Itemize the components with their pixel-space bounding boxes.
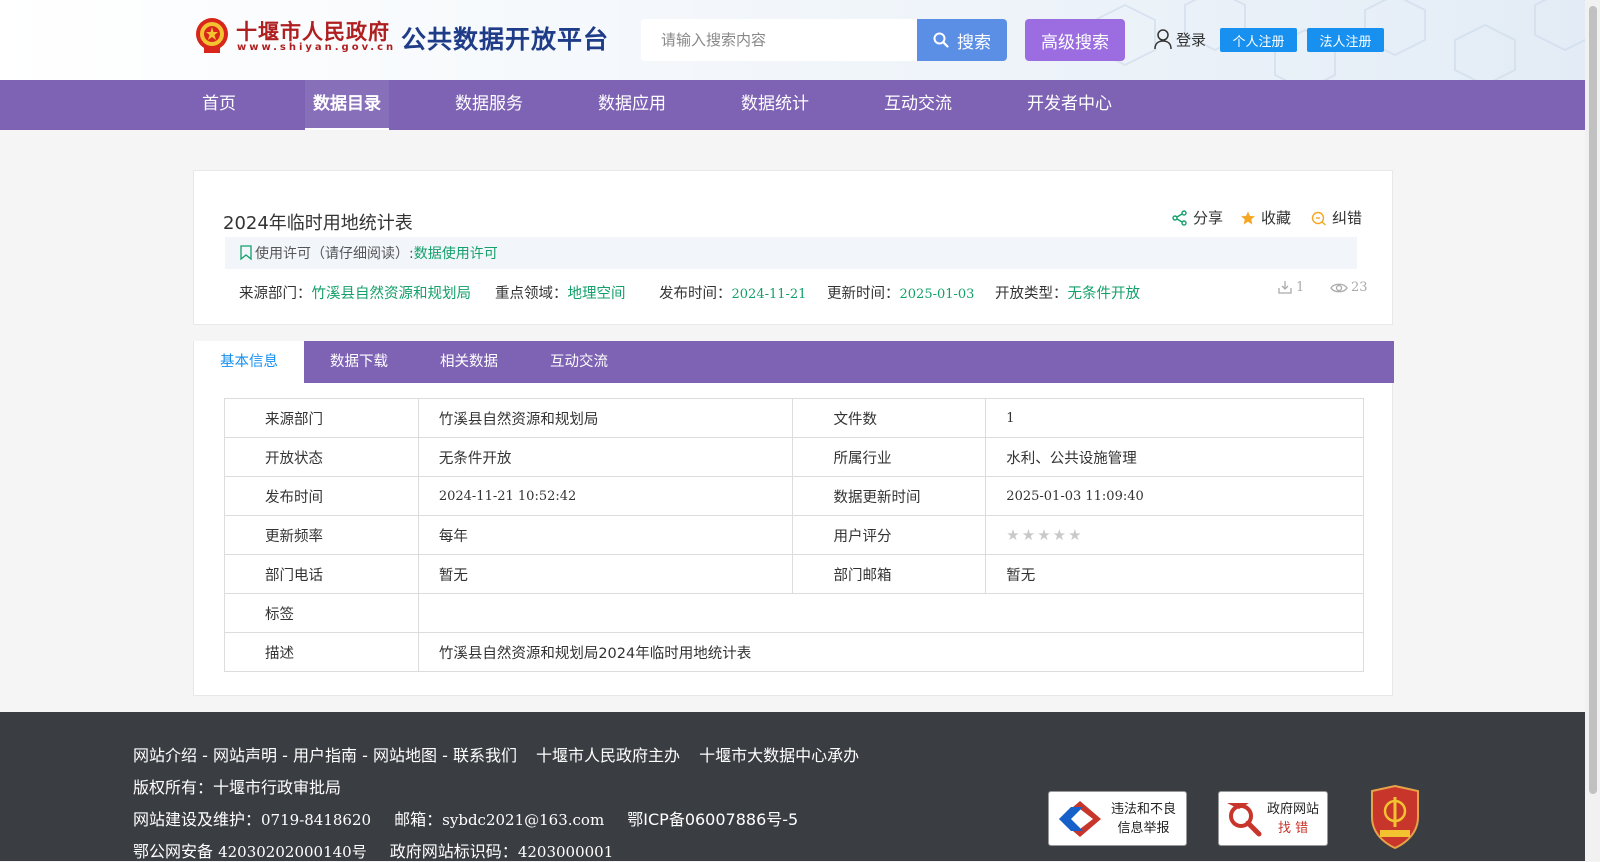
- login-link[interactable]: 登录: [1153, 28, 1206, 50]
- download-count: 1: [1277, 279, 1304, 295]
- correct-button[interactable]: 纠错: [1311, 207, 1362, 228]
- nav-developer-center[interactable]: 开发者中心: [1027, 80, 1112, 130]
- footer-police: 鄂公网安备 42030202000140号 政府网站标识码：4203000001: [133, 842, 614, 861]
- footer-undertaker: 十堰市大数据中心承办: [699, 746, 860, 765]
- rating-stars[interactable]: ★ ★ ★ ★ ★: [1006, 526, 1363, 544]
- icp-link[interactable]: 鄂ICP备06007886号-5: [627, 810, 798, 829]
- table-row: 部门电话 暂无 部门邮箱 暂无: [224, 554, 1364, 594]
- table-row: 来源部门 竹溪县自然资源和规划局 文件数 1: [224, 398, 1364, 438]
- table-row: 更新频率 每年 用户评分 ★ ★ ★ ★ ★: [224, 515, 1364, 555]
- download-icon: [1278, 281, 1292, 294]
- meta-publish: 发布时间：2024-11-21: [659, 286, 807, 302]
- find-error-badge[interactable]: 政府网站 找 错: [1218, 791, 1328, 846]
- favorite-button[interactable]: 收藏: [1240, 207, 1291, 228]
- footer-copyright: 版权所有：十堰市行政审批局: [133, 778, 342, 797]
- tab-basic-info[interactable]: 基本信息: [194, 341, 304, 383]
- meta-open-value: 无条件开放: [1067, 286, 1141, 302]
- search-input[interactable]: [641, 19, 917, 61]
- nav-data-apps[interactable]: 数据应用: [598, 80, 666, 130]
- search-button-label: 搜索: [957, 32, 991, 53]
- main-nav: 首页 数据目录 数据服务 数据应用 数据统计 互动交流 开发者中心: [0, 80, 1585, 130]
- meta-domain-value: 地理空间: [567, 286, 626, 302]
- table-row: 发布时间 2024-11-21 10:52:42 数据更新时间 2025-01-…: [224, 476, 1364, 516]
- license-prefix: 使用许可（请仔细阅读）:: [255, 246, 414, 262]
- footer-link-contact[interactable]: 联系我们: [453, 746, 517, 765]
- nav-data-stats[interactable]: 数据统计: [741, 80, 809, 130]
- tags-value: [417, 593, 1365, 633]
- license-bar: 使用许可（请仔细阅读）: 数据使用许可: [225, 237, 1357, 269]
- meta-open-type: 开放类型：无条件开放: [995, 286, 1141, 302]
- tab-data-download[interactable]: 数据下载: [304, 341, 414, 383]
- dataset-summary-card: 2024年临时用地统计表 分享 收藏 纠错 使用许可（请仔细阅读）: 数据使用许…: [193, 170, 1393, 325]
- detail-tabbar: 基本信息 数据下载 相关数据 互动交流: [194, 341, 1394, 383]
- bookmark-icon: [240, 245, 252, 261]
- magnifier-icon: [1227, 802, 1262, 836]
- table-row: 开放状态 无条件开放 所属行业 水利、公共设施管理: [224, 437, 1364, 477]
- share-icon: [1172, 209, 1187, 226]
- meta-update: 更新时间：2025-01-03: [827, 286, 975, 302]
- scrollbar-thumb[interactable]: [1589, 6, 1597, 794]
- site-header: 十堰市人民政府 www.shiyan.gov.cn 公共数据开放平台 搜索 高级…: [0, 0, 1585, 80]
- star-icon[interactable]: ★: [1068, 526, 1081, 544]
- national-emblem-logo: [196, 18, 228, 53]
- police-link[interactable]: 鄂公网安备 42030202000140号: [133, 842, 367, 861]
- footer-link-about[interactable]: 网站介绍: [133, 746, 197, 765]
- view-count: 23: [1330, 279, 1368, 295]
- legal-register-button[interactable]: 法人注册: [1307, 28, 1384, 52]
- advanced-search-button[interactable]: 高级搜索: [1025, 19, 1125, 61]
- personal-register-button[interactable]: 个人注册: [1220, 28, 1297, 52]
- footer-maintenance: 网站建设及维护：0719-8418620 邮箱：sybdc2021@163.co…: [133, 810, 799, 829]
- favorite-label: 收藏: [1261, 209, 1292, 227]
- tab-interaction[interactable]: 互动交流: [524, 341, 634, 383]
- user-icon: [1154, 29, 1172, 50]
- nav-data-catalog[interactable]: 数据目录: [305, 80, 389, 130]
- correct-label: 纠错: [1332, 209, 1363, 227]
- description-value: 竹溪县自然资源和规划局2024年临时用地统计表: [417, 632, 1365, 672]
- footer-link-statement[interactable]: 网站声明: [213, 746, 277, 765]
- tab-related-data[interactable]: 相关数据: [414, 341, 524, 383]
- meta-domain: 重点领域：地理空间: [495, 286, 626, 302]
- footer-host: 十堰市人民政府主办: [536, 746, 681, 765]
- nav-interaction[interactable]: 互动交流: [884, 80, 952, 130]
- eye-icon: [1330, 283, 1348, 293]
- error-report-icon: [1311, 211, 1326, 226]
- star-icon: [1241, 211, 1255, 224]
- footer-link-sitemap[interactable]: 网站地图: [373, 746, 437, 765]
- table-row: 描述 竹溪县自然资源和规划局2024年临时用地统计表: [224, 632, 1365, 672]
- search-icon: [933, 32, 949, 48]
- site-footer: 网站介绍 - 网站声明 - 用户指南 - 网站地图 - 联系我们 十堰市人民政府…: [0, 712, 1585, 861]
- table-row: 标签: [224, 593, 1365, 633]
- share-label: 分享: [1193, 209, 1224, 227]
- meta-source-value: 竹溪县自然资源和规划局: [311, 286, 472, 302]
- license-link[interactable]: 数据使用许可: [414, 243, 498, 263]
- footer-links: 网站介绍 - 网站声明 - 用户指南 - 网站地图 - 联系我们 十堰市人民政府…: [133, 746, 860, 765]
- meta-publish-value: 2024-11-21: [731, 287, 807, 302]
- dataset-detail-panel: 基本信息 数据下载 相关数据 互动交流 来源部门 竹溪县自然资源和规划局 文件数…: [193, 341, 1394, 696]
- report-logo-icon: [1059, 800, 1101, 837]
- party-organ-shield-icon[interactable]: [1368, 785, 1422, 849]
- dataset-title: 2024年临时用地统计表: [223, 213, 413, 234]
- meta-update-value: 2025-01-03: [899, 287, 975, 302]
- nav-home[interactable]: 首页: [202, 80, 236, 130]
- report-badge[interactable]: 违法和不良 信息举报: [1048, 791, 1187, 846]
- meta-source: 来源部门：竹溪县自然资源和规划局: [239, 286, 472, 302]
- gov-url: www.shiyan.gov.cn: [237, 42, 397, 53]
- nav-data-services[interactable]: 数据服务: [455, 80, 523, 130]
- star-icon[interactable]: ★: [1022, 526, 1035, 544]
- platform-title: 公共数据开放平台: [401, 25, 610, 54]
- user-rating: ★ ★ ★ ★ ★: [985, 515, 1364, 555]
- footer-link-guide[interactable]: 用户指南: [293, 746, 357, 765]
- star-icon[interactable]: ★: [1006, 526, 1019, 544]
- star-icon[interactable]: ★: [1053, 526, 1066, 544]
- search-button[interactable]: 搜索: [917, 19, 1007, 61]
- basic-info-table: 来源部门 竹溪县自然资源和规划局 文件数 1 开放状态 无条件开放 所属行业 水…: [224, 398, 1365, 672]
- login-label: 登录: [1176, 30, 1207, 49]
- star-icon[interactable]: ★: [1037, 526, 1050, 544]
- share-button[interactable]: 分享: [1172, 207, 1223, 228]
